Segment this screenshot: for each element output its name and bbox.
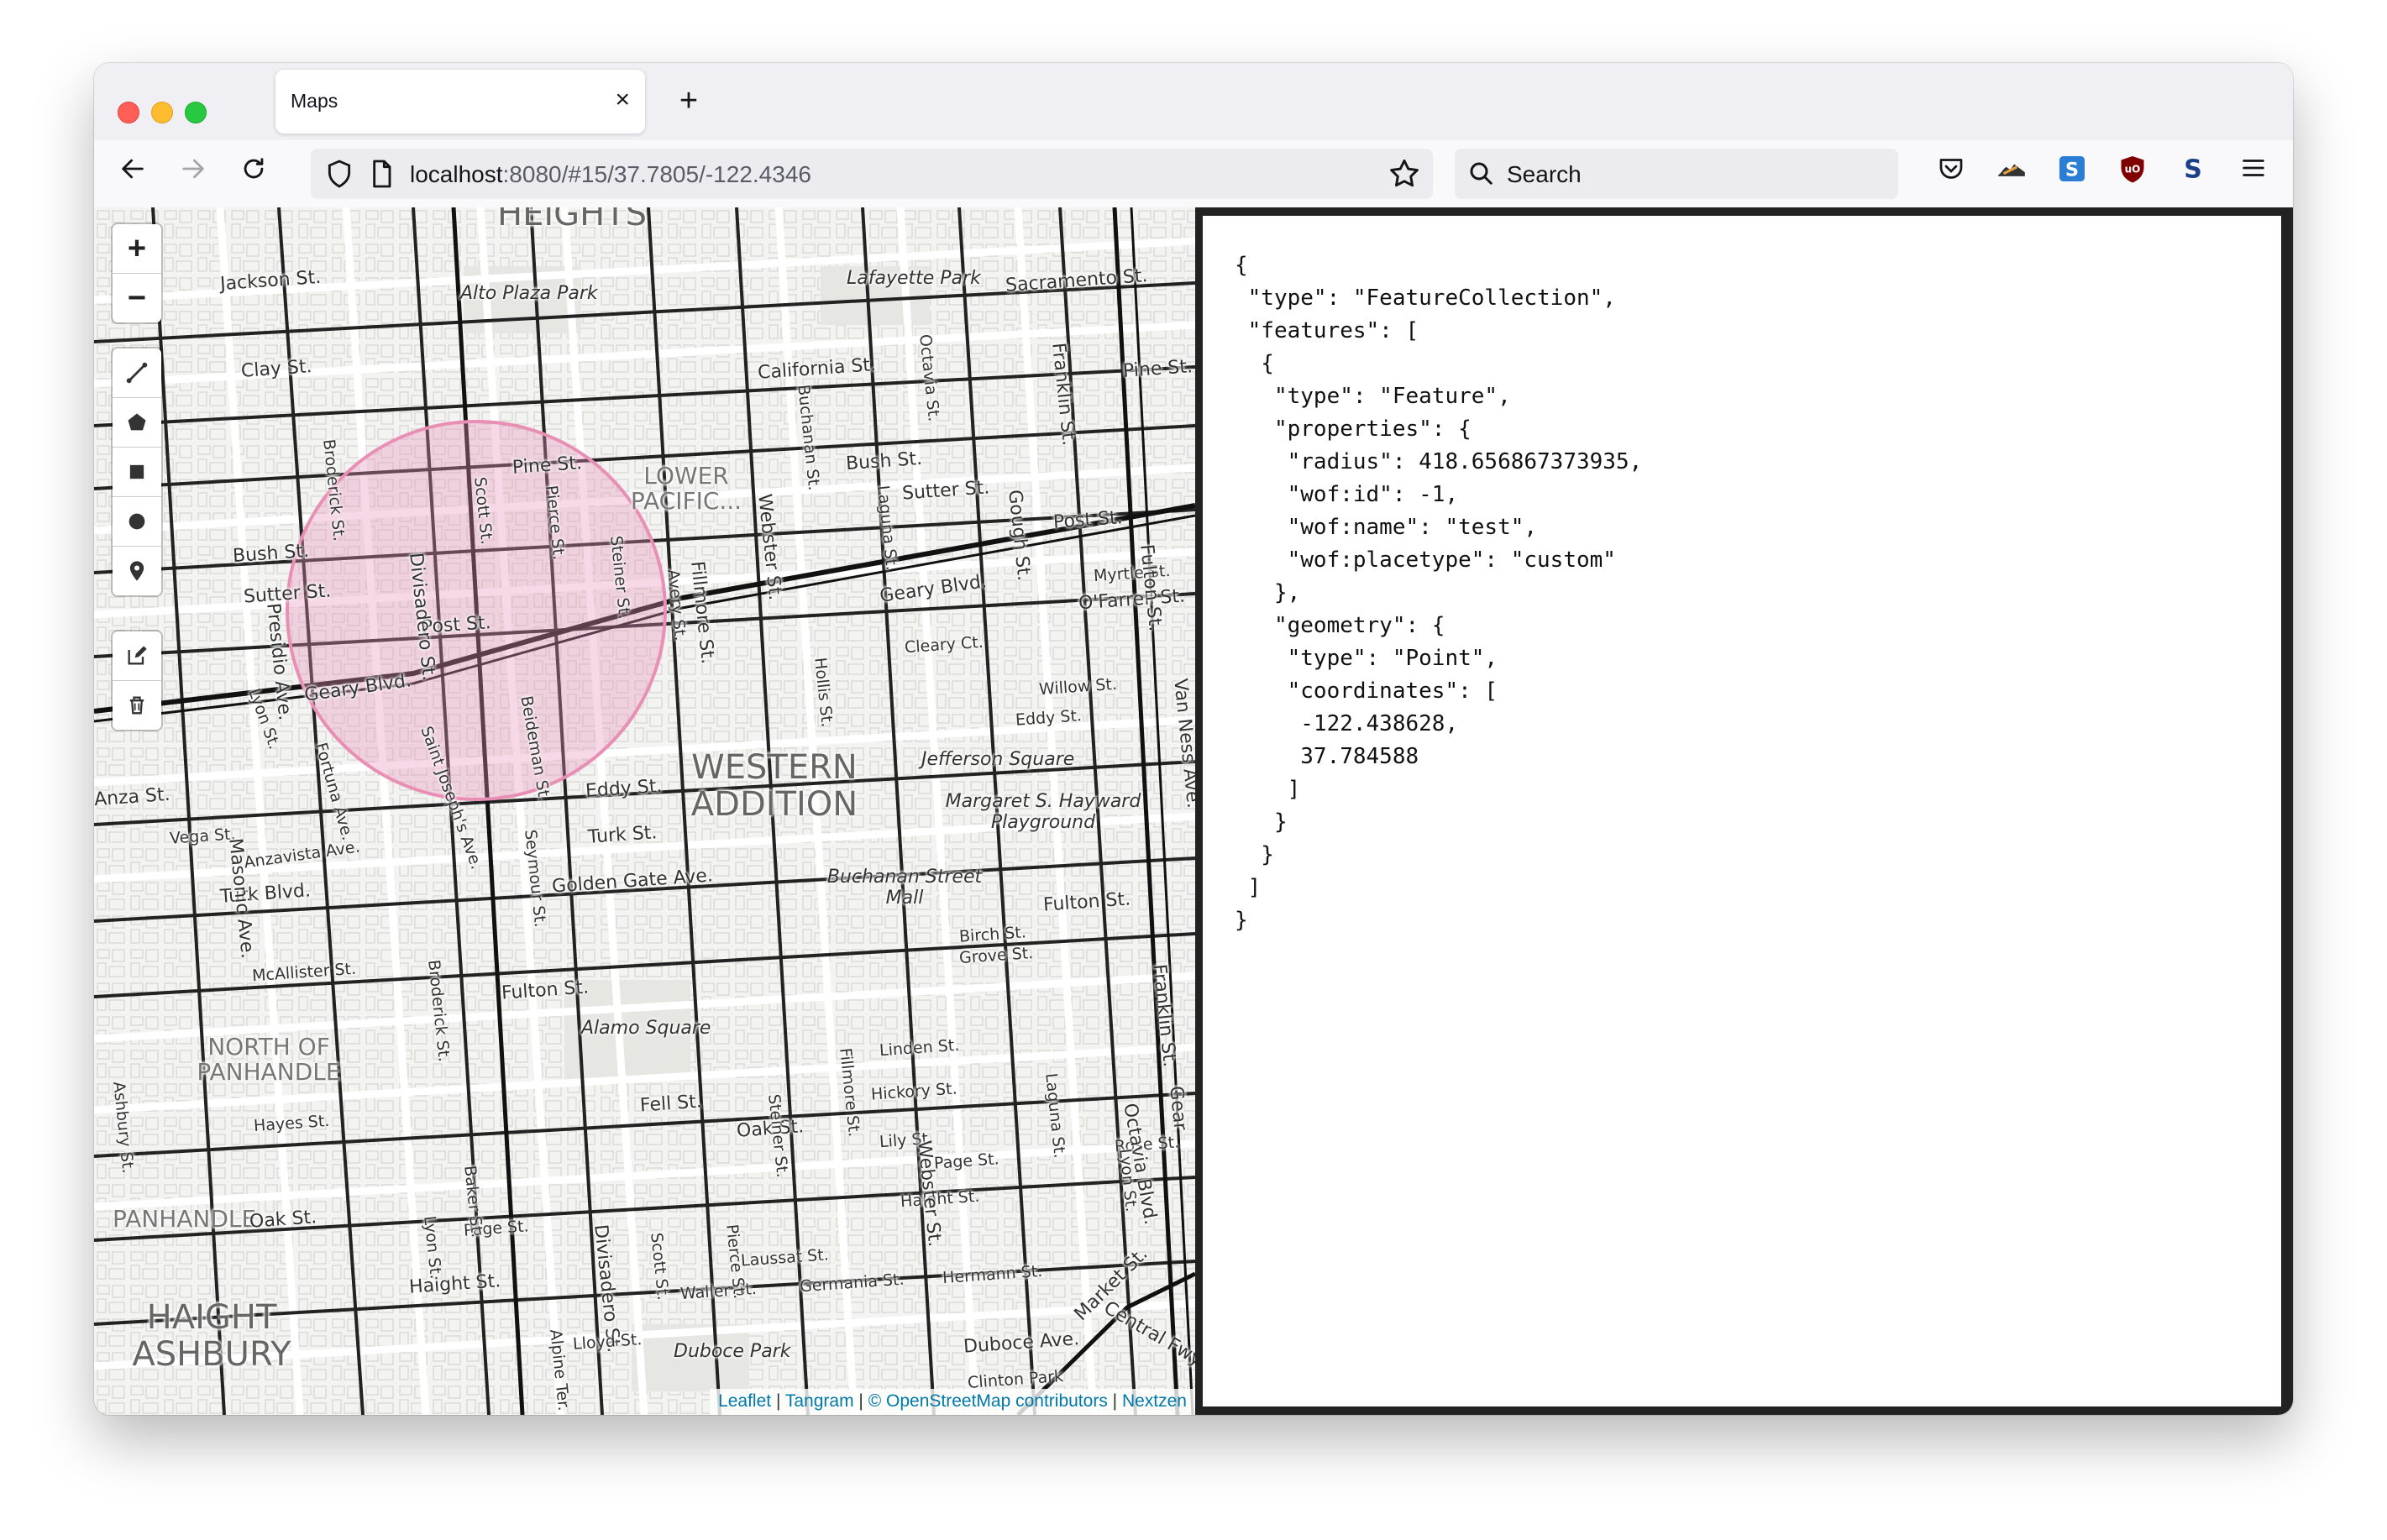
attribution-separator: | (771, 1391, 785, 1411)
trash-icon (129, 696, 144, 715)
map-view[interactable]: HEIGHTS LOWER PACIFIC... WESTERN ADDITIO… (94, 207, 1195, 1415)
close-window-button[interactable] (118, 102, 139, 123)
attribution-separator: | (853, 1391, 868, 1411)
tangram-link[interactable]: Tangram (785, 1391, 854, 1411)
neighborhood-label: LOWER PACIFIC... (630, 462, 742, 515)
svg-text:uO: uO (2125, 164, 2141, 175)
url-text[interactable]: localhost:8080/#15/37.7805/-122.4346 (410, 161, 811, 188)
url-bar[interactable]: localhost:8080/#15/37.7805/-122.4346 (311, 149, 1433, 199)
pocket-button[interactable] (1932, 154, 1970, 192)
draw-toolbar (113, 348, 161, 595)
park-label: Margaret S. Hayward Playground (945, 791, 1141, 833)
street-label: Fell St. (639, 1091, 703, 1117)
park-label: Alamo Square (581, 1018, 711, 1039)
reload-button[interactable] (232, 152, 275, 196)
draw-rectangle-button[interactable] (113, 448, 161, 497)
nextzen-link[interactable]: Nextzen (1122, 1391, 1187, 1411)
minimize-window-button[interactable] (151, 102, 173, 123)
park-label: Duboce Park (674, 1341, 791, 1362)
reload-icon (244, 158, 264, 179)
arrow-left-icon (122, 159, 144, 179)
draw-polyline-button[interactable] (113, 348, 161, 398)
polyline-icon (126, 362, 148, 384)
extension-button-s-blue[interactable]: S (2053, 154, 2091, 192)
bookmark-star-icon[interactable] (1386, 155, 1423, 192)
search-icon (1470, 162, 1493, 185)
sneaker-extension-icon (1998, 164, 2025, 176)
tab-close-icon[interactable]: × (615, 83, 630, 117)
neighborhood-label: WESTERN ADDITION (690, 748, 858, 824)
s-letter-extension-icon: S (2184, 155, 2202, 185)
zoom-in-button[interactable]: + (113, 224, 161, 274)
search-bar[interactable]: Search (1455, 149, 1898, 199)
geojson-panel[interactable]: { "type": "FeatureCollection", "features… (1203, 216, 2281, 1406)
ublock-shield-icon: uO (2121, 156, 2144, 183)
forward-button[interactable] (171, 152, 215, 196)
edit-icon (128, 646, 147, 665)
neighborhood-label: HEIGHTS (497, 207, 648, 233)
park-label: Buchanan Street Mall (826, 867, 983, 909)
ublock-button[interactable]: uO (2113, 154, 2152, 192)
page-info-icon[interactable] (365, 157, 398, 191)
polygon-icon (128, 413, 146, 431)
zoom-control: + − (113, 224, 161, 322)
extension-button-sneaker[interactable] (1992, 154, 2031, 192)
map-attribution: Leaflet | Tangram | © OpenStreetMap cont… (710, 1389, 1195, 1415)
zoom-out-button[interactable]: − (113, 274, 161, 322)
svg-text:S: S (2065, 159, 2079, 181)
delete-layers-button[interactable] (113, 681, 161, 730)
park-label: Jefferson Square (921, 749, 1075, 770)
tab-bar: Maps × + (94, 63, 2293, 140)
svg-text:S: S (2184, 155, 2202, 185)
arrow-right-icon (182, 159, 204, 179)
page-content: HEIGHTS LOWER PACIFIC... WESTERN ADDITIO… (94, 207, 2293, 1415)
neighborhood-label: NORTH OF PANHANDLE (197, 1033, 341, 1086)
url-host: localhost (410, 161, 503, 187)
edit-toolbar (113, 631, 161, 730)
park-label: Lafayette Park (847, 268, 981, 289)
s-square-extension-icon: S (2059, 156, 2085, 181)
neighborhood-label: HAIGHT ASHBURY (132, 1298, 291, 1374)
browser-window: Maps × + localhost:8080/#15/37.7805/-122… (94, 63, 2293, 1415)
tab-maps[interactable]: Maps × (275, 70, 645, 134)
neighborhood-label: PANHANDLE (113, 1205, 257, 1233)
leaflet-link[interactable]: Leaflet (718, 1391, 771, 1411)
park-label: Alto Plaza Park (460, 283, 598, 304)
draw-polygon-button[interactable] (113, 398, 161, 448)
search-input[interactable]: Search (1507, 161, 1582, 188)
edit-layers-button[interactable] (113, 631, 161, 681)
shield-icon[interactable] (323, 157, 356, 191)
url-path: :8080/#15/37.7805/-122.4346 (502, 161, 811, 187)
attribution-separator: | (1107, 1391, 1122, 1411)
draw-marker-button[interactable] (113, 547, 161, 595)
pocket-icon (1939, 159, 1963, 179)
marker-icon (129, 561, 144, 581)
app-menu-button[interactable] (2234, 154, 2273, 192)
tab-title: Maps (291, 90, 338, 112)
osm-link[interactable]: © OpenStreetMap contributors (868, 1391, 1108, 1411)
rectangle-icon (129, 464, 144, 479)
draw-circle-button[interactable] (113, 497, 161, 547)
back-button[interactable] (111, 152, 155, 196)
circle-icon (129, 513, 145, 530)
hamburger-menu-icon (2243, 160, 2264, 176)
zoom-window-button[interactable] (185, 102, 207, 123)
navigation-toolbar: localhost:8080/#15/37.7805/-122.4346 Sea… (94, 140, 2293, 208)
extension-button-s-dark[interactable]: S (2174, 154, 2212, 192)
new-tab-button[interactable]: + (669, 81, 709, 122)
geojson-output[interactable]: { "type": "FeatureCollection", "features… (1235, 249, 1642, 937)
